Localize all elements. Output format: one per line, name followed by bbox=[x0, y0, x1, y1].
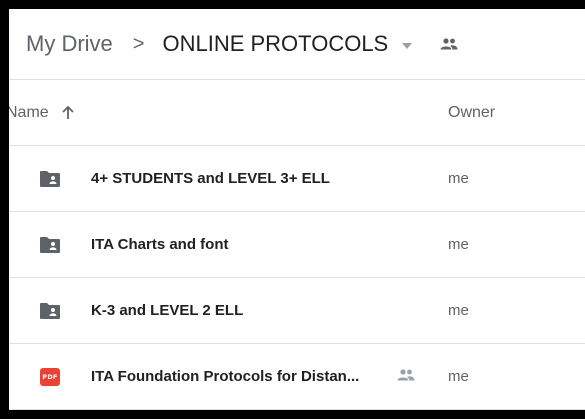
people-icon[interactable] bbox=[440, 38, 458, 50]
breadcrumb: My Drive > ONLINE PROTOCOLS bbox=[9, 9, 585, 80]
arrow-up-icon[interactable] bbox=[61, 105, 75, 120]
column-header-row: Name Owner bbox=[9, 80, 585, 146]
breadcrumb-my-drive[interactable]: My Drive bbox=[26, 31, 113, 57]
column-header-owner[interactable]: Owner bbox=[448, 104, 495, 122]
column-header-name[interactable]: Name bbox=[9, 104, 75, 122]
file-owner: me bbox=[448, 302, 469, 319]
file-name: ITA Foundation Protocols for Distan... bbox=[91, 368, 360, 385]
file-name: K-3 and LEVEL 2 ELL bbox=[91, 302, 244, 319]
pdf-icon: PDF bbox=[38, 365, 62, 389]
breadcrumb-separator: > bbox=[132, 32, 145, 55]
breadcrumb-current-folder[interactable]: ONLINE PROTOCOLS bbox=[162, 31, 388, 57]
file-name: ITA Charts and font bbox=[91, 236, 229, 253]
shared-folder-icon bbox=[38, 299, 62, 323]
file-name: 4+ STUDENTS and LEVEL 3+ ELL bbox=[91, 170, 330, 187]
caret-down-icon[interactable] bbox=[402, 36, 413, 52]
people-icon bbox=[397, 368, 415, 386]
file-row[interactable]: K-3 and LEVEL 2 ELL me bbox=[9, 278, 585, 344]
file-owner: me bbox=[448, 368, 469, 385]
file-row[interactable]: 4+ STUDENTS and LEVEL 3+ ELL me bbox=[9, 146, 585, 212]
drive-window: My Drive > ONLINE PROTOCOLS Name Owner 4… bbox=[9, 9, 585, 410]
shared-folder-icon bbox=[38, 233, 62, 257]
file-row[interactable]: PDF ITA Foundation Protocols for Distan.… bbox=[9, 344, 585, 410]
file-owner: me bbox=[448, 236, 469, 253]
shared-folder-icon bbox=[38, 167, 62, 191]
pdf-badge: PDF bbox=[40, 368, 60, 386]
column-header-name-label: Name bbox=[9, 103, 49, 121]
file-owner: me bbox=[448, 170, 469, 187]
file-row[interactable]: ITA Charts and font me bbox=[9, 212, 585, 278]
